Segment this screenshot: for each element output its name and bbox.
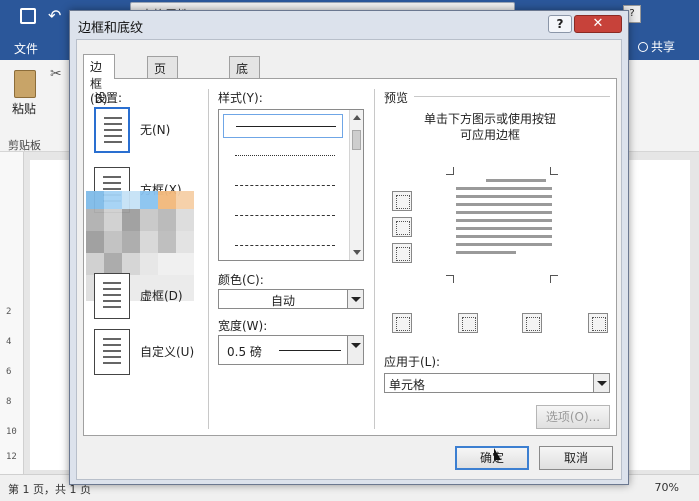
style-list[interactable] [218,109,364,261]
chevron-down-icon[interactable] [347,290,363,308]
tab-file[interactable]: 文件 [14,40,38,57]
border-left-icon[interactable] [458,313,478,333]
width-label: 宽度(W): [218,319,268,333]
preview-hint: 单击下方图示或使用按钮可应用边框 [423,112,556,142]
undo-icon[interactable]: ↶ [48,6,61,25]
preview-divider [414,96,610,97]
style-option-long-dashed[interactable] [223,204,343,228]
preview-label: 预览 [384,91,409,105]
width-line-preview [279,350,341,351]
column-divider [208,89,209,429]
ruler-number: 10 [6,427,17,437]
ruler-number: 6 [6,367,12,377]
tab-borders[interactable]: 边框(B) [83,54,115,106]
person-icon [637,41,648,52]
color-label: 颜色(C): [218,273,264,287]
borders-shading-dialog: 边框和底纹 ? ✕ 边框(B) 页面边框(P) 底纹(S) 设置: 无(N) 方… [69,10,629,485]
scroll-up-icon[interactable] [353,115,361,120]
preview-corner [446,167,454,175]
apply-to-value: 单元格 [389,378,426,392]
ok-button[interactable]: 确定 [455,446,529,470]
borders-tab-panel: 设置: 无(N) 方框(X) 虚框(D) 自定义(U) 样式(Y): 颜色(C)… [83,78,617,436]
setting-custom-icon [94,329,130,375]
width-value: 0.5 磅 [227,345,262,359]
color-value: 自动 [271,294,296,308]
style-scrollbar[interactable] [349,110,363,260]
ruler-number: 12 [6,452,17,462]
column-divider [374,89,375,429]
border-inside-vertical-icon[interactable] [522,313,542,333]
share-button[interactable]: 共享 [637,38,675,55]
clipboard-icon [14,70,36,98]
cancel-button[interactable]: 取消 [539,446,613,470]
dialog-title: 边框和底纹 [78,21,144,36]
share-label: 共享 [650,40,675,54]
options-button[interactable]: 选项(O)... [536,405,610,429]
preview-document[interactable] [456,179,552,259]
setting-grid-icon [94,273,130,319]
width-select[interactable]: 0.5 磅 [218,335,364,365]
border-diagonal-up-icon[interactable] [392,313,412,333]
tab-page-border[interactable]: 页面边框(P) [147,56,178,142]
chevron-down-icon[interactable] [347,336,363,364]
cut-icon[interactable]: ✂ [50,66,62,82]
ruler-number: 8 [6,397,12,407]
mouse-cursor-icon [494,448,501,460]
help-button[interactable]: ? [548,15,572,33]
dialog-body: 边框(B) 页面边框(P) 底纹(S) 设置: 无(N) 方框(X) [76,39,622,480]
setting-grid-label: 虚框(D) [140,289,183,303]
ruler-number: 2 [6,307,12,317]
border-top-icon[interactable] [392,191,412,211]
preview-corner [550,275,558,283]
border-inside-horizontal-icon[interactable] [392,217,412,237]
style-option-dashed[interactable] [223,174,343,198]
clipboard-group-label: 剪贴板 [8,139,41,152]
tab-shading[interactable]: 底纹(S) [229,56,260,108]
setting-none-label: 无(N) [140,123,171,137]
style-label: 样式(Y): [218,91,263,105]
apply-to-select[interactable]: 单元格 [384,373,610,393]
setting-none-icon [94,107,130,153]
save-icon[interactable] [20,8,36,24]
scroll-thumb[interactable] [352,130,361,150]
preview-corner [446,275,454,283]
zoom-level[interactable]: 70% [655,481,679,494]
chevron-down-icon[interactable] [593,374,609,392]
border-bottom-icon[interactable] [392,243,412,263]
color-select[interactable]: 自动 [218,289,364,309]
close-button[interactable]: ✕ [574,15,622,33]
paste-label: 粘贴 [12,102,37,116]
preview-corner [550,167,558,175]
style-option-dotted[interactable] [223,144,343,168]
scroll-down-icon[interactable] [353,250,361,255]
apply-to-label: 应用于(L): [384,355,441,369]
setting-custom-label: 自定义(U) [140,345,195,359]
style-option-solid[interactable] [223,114,343,138]
ruler-number: 4 [6,337,12,347]
vertical-ruler: 2 4 6 8 10 12 [0,152,24,474]
border-diagonal-down-icon[interactable] [588,313,608,333]
style-option-dash-dot[interactable] [223,234,343,258]
